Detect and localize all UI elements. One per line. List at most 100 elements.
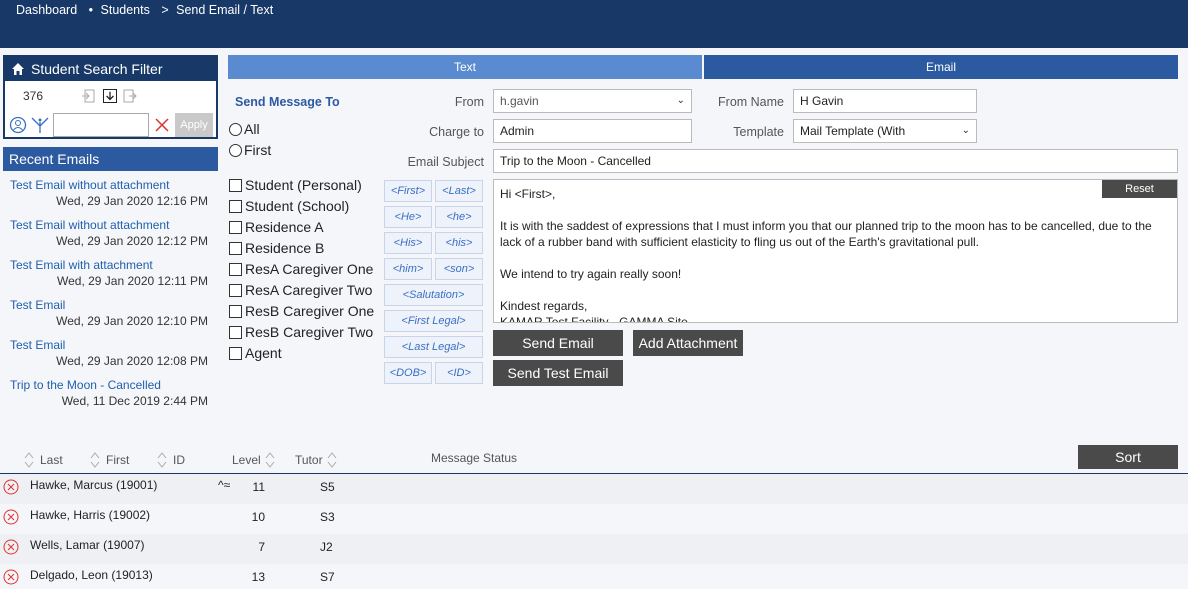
checkbox[interactable] <box>229 283 242 297</box>
merge-his-button[interactable]: <his> <box>435 232 483 254</box>
clear-icon[interactable] <box>153 116 171 134</box>
recent-email-item[interactable]: Trip to the Moon - Cancelled Wed, 11 Dec… <box>10 378 218 418</box>
import-icon[interactable] <box>81 89 95 103</box>
checkbox-label: Student (Personal) <box>245 177 362 193</box>
radio-label: All <box>244 121 260 137</box>
column-header-tutor[interactable]: Tutor <box>295 451 343 469</box>
check-resb-caregiver-two[interactable]: ResB Caregiver Two <box>229 324 373 340</box>
radio-all[interactable]: All <box>229 121 260 137</box>
sort-arrows-icon[interactable] <box>265 451 275 469</box>
download-icon[interactable] <box>103 89 117 103</box>
column-header-status: Message Status <box>431 451 517 465</box>
check-student-school[interactable]: Student (School) <box>229 198 349 214</box>
charge-to-input[interactable]: Admin <box>493 119 692 143</box>
merge-last-legal-button[interactable]: <Last Legal> <box>384 336 483 358</box>
sort-arrows-icon[interactable] <box>157 451 167 469</box>
remove-icon[interactable] <box>3 479 19 495</box>
recent-email-title[interactable]: Test Email <box>10 298 218 312</box>
recent-email-item[interactable]: Test Email Wed, 29 Jan 2020 12:10 PM <box>10 298 218 338</box>
check-residence-b[interactable]: Residence B <box>229 240 324 256</box>
checkbox-label: Residence A <box>245 219 324 235</box>
checkbox[interactable] <box>229 346 242 360</box>
sort-button[interactable]: Sort <box>1078 445 1178 469</box>
check-resa-caregiver-one[interactable]: ResA Caregiver One <box>229 261 373 277</box>
tab-email[interactable]: Email <box>704 55 1178 79</box>
checkbox[interactable] <box>229 325 242 339</box>
column-header-label: First <box>106 453 130 467</box>
email-body-editor[interactable]: Hi <First>, It is with the saddest of ex… <box>493 179 1178 323</box>
send-test-email-button[interactable]: Send Test Email <box>493 360 623 386</box>
filter-search-input[interactable] <box>53 113 149 137</box>
tab-text[interactable]: Text <box>228 55 702 79</box>
breadcrumb-students[interactable]: Students <box>101 3 150 17</box>
group-filter-icon[interactable] <box>31 116 49 134</box>
merge-last-button[interactable]: <Last> <box>435 180 483 202</box>
recent-email-item[interactable]: Test Email Wed, 29 Jan 2020 12:08 PM <box>10 338 218 378</box>
from-select[interactable]: h.gavin ⌄ <box>493 89 692 113</box>
merge-first-legal-button[interactable]: <First Legal> <box>384 310 483 332</box>
recent-emails-header: Recent Emails <box>3 147 218 171</box>
column-header-level[interactable]: Level <box>232 451 281 469</box>
student-tutor: S7 <box>320 570 335 584</box>
recent-email-item[interactable]: Test Email without attachment Wed, 29 Ja… <box>10 218 218 258</box>
checkbox[interactable] <box>229 199 242 213</box>
student-level: 11 <box>252 480 265 494</box>
filter-search-row: Apply <box>9 113 213 137</box>
email-subject-value: Trip to the Moon - Cancelled <box>500 154 651 168</box>
from-name-input[interactable]: H Gavin <box>793 89 977 113</box>
radio-button[interactable] <box>229 143 242 157</box>
recent-email-title[interactable]: Trip to the Moon - Cancelled <box>10 378 218 392</box>
recent-email-item[interactable]: Test Email with attachment Wed, 29 Jan 2… <box>10 258 218 298</box>
remove-icon[interactable] <box>3 509 19 525</box>
radio-first[interactable]: First <box>229 142 271 158</box>
breadcrumb-dashboard[interactable]: Dashboard <box>16 3 77 17</box>
column-header-id[interactable]: ID <box>157 451 185 469</box>
check-resb-caregiver-one[interactable]: ResB Caregiver One <box>229 303 374 319</box>
check-resa-caregiver-two[interactable]: ResA Caregiver Two <box>229 282 372 298</box>
send-email-button[interactable]: Send Email <box>493 330 623 356</box>
export-icon[interactable] <box>123 89 137 103</box>
merge-salutation-button[interactable]: <Salutation> <box>384 284 483 306</box>
check-residence-a[interactable]: Residence A <box>229 219 324 235</box>
charge-to-label: Charge to <box>429 125 484 139</box>
sort-arrows-icon[interactable] <box>327 451 337 469</box>
merge-dob-button[interactable]: <DOB> <box>384 362 432 384</box>
merge-id-button[interactable]: <ID> <box>435 362 483 384</box>
radio-button[interactable] <box>229 122 242 136</box>
merge-his-cap-button[interactable]: <His> <box>384 232 432 254</box>
email-subject-input[interactable]: Trip to the Moon - Cancelled <box>493 149 1178 173</box>
checkbox[interactable] <box>229 304 242 318</box>
recent-email-item[interactable]: Test Email without attachment Wed, 29 Ja… <box>10 178 218 218</box>
body-paragraph: KAMAR Test Facility - GAMMA Site <box>500 315 688 323</box>
apply-button[interactable]: Apply <box>175 113 213 137</box>
merge-son-button[interactable]: <son> <box>435 258 483 280</box>
checkbox[interactable] <box>229 220 242 234</box>
check-agent[interactable]: Agent <box>229 345 282 361</box>
recent-email-title[interactable]: Test Email with attachment <box>10 258 218 272</box>
template-select[interactable]: Mail Template (With ⌄ <box>793 119 977 143</box>
column-header-first[interactable]: First <box>90 451 129 469</box>
column-header-last[interactable]: Last <box>24 451 63 469</box>
person-search-icon[interactable] <box>9 116 27 134</box>
checkbox-label: Student (School) <box>245 198 350 214</box>
student-name: Wells, Lamar (19007) <box>30 538 145 552</box>
merge-he-cap-button[interactable]: <He> <box>384 206 432 228</box>
sort-arrows-icon[interactable] <box>90 451 100 469</box>
checkbox[interactable] <box>229 178 242 192</box>
sort-arrows-icon[interactable] <box>24 451 34 469</box>
remove-icon[interactable] <box>3 539 19 555</box>
student-flag: ^≈ <box>218 478 231 492</box>
merge-first-button[interactable]: <First> <box>384 180 432 202</box>
home-icon[interactable] <box>11 62 25 76</box>
checkbox[interactable] <box>229 241 242 255</box>
merge-him-button[interactable]: <him> <box>384 258 432 280</box>
recent-email-title[interactable]: Test Email without attachment <box>10 218 218 232</box>
reset-button[interactable]: Reset <box>1102 180 1177 198</box>
add-attachment-button[interactable]: Add Attachment <box>633 330 743 356</box>
remove-icon[interactable] <box>3 569 19 585</box>
recent-email-title[interactable]: Test Email <box>10 338 218 352</box>
recent-email-title[interactable]: Test Email without attachment <box>10 178 218 192</box>
check-student-personal[interactable]: Student (Personal) <box>229 177 362 193</box>
checkbox[interactable] <box>229 262 242 276</box>
merge-he-button[interactable]: <he> <box>435 206 483 228</box>
